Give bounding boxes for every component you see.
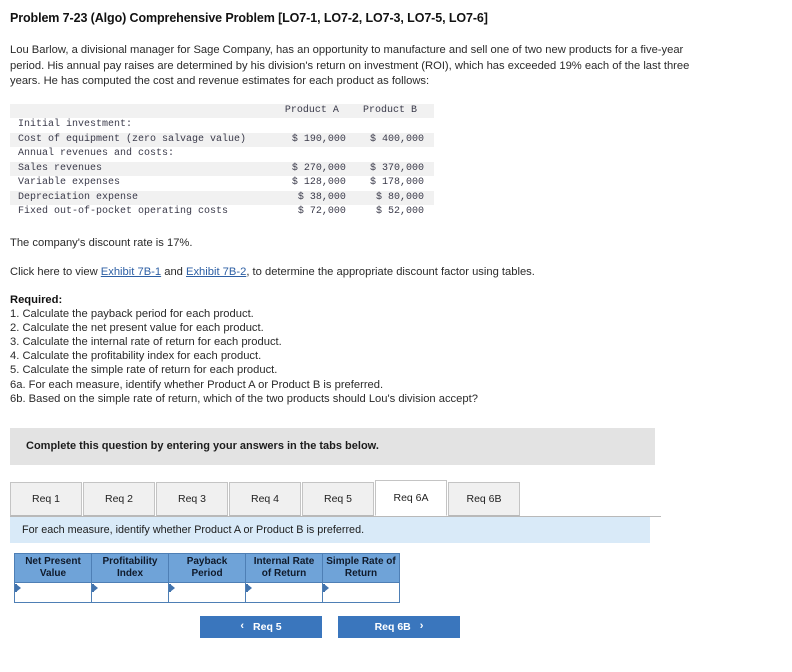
exhibit-prefix: Click here to view xyxy=(10,265,101,278)
row-label: Initial investment: xyxy=(18,119,133,130)
row-value-a: $ 38,000 xyxy=(297,191,346,203)
row-value-b: $ 178,000 xyxy=(369,177,424,188)
table-row: Variable expenses $ 128,000 $ 178,000 xyxy=(10,176,434,191)
column-header-product-b: Product B xyxy=(362,104,417,116)
tab-req-6a[interactable]: Req 6A xyxy=(375,479,447,516)
dropdown-arrow-icon xyxy=(170,583,175,592)
row-label: Annual revenues and costs: xyxy=(18,148,175,159)
problem-intro-paragraph: Lou Barlow, a divisional manager for Sag… xyxy=(10,44,690,87)
answer-table: Net Present Value Profitability Index Pa… xyxy=(14,552,400,603)
column-header-product-a: Product A xyxy=(284,104,339,116)
previous-requirement-button[interactable]: ‹ Req 5 xyxy=(200,615,322,638)
page-title: Problem 7-23 (Algo) Comprehensive Proble… xyxy=(10,11,488,25)
table-header-row: Product A Product B xyxy=(10,103,434,119)
table-row: Fixed out-of-pocket operating costs $ 72… xyxy=(10,205,434,220)
problem-page: Problem 7-23 (Algo) Comprehensive Proble… xyxy=(0,0,792,638)
answer-header-payback-period: Payback Period xyxy=(168,552,246,583)
row-value-a: $ 128,000 xyxy=(291,177,346,188)
tab-req-6b[interactable]: Req 6B xyxy=(448,481,520,516)
exhibit-7b-2-link[interactable]: Exhibit 7B-2 xyxy=(186,266,246,278)
tab-req-3[interactable]: Req 3 xyxy=(156,481,228,516)
answer-row xyxy=(14,581,400,603)
column-header-blank xyxy=(10,104,278,119)
estimates-table: Product A Product B Initial investment: … xyxy=(10,103,434,220)
row-value-a: $ 72,000 xyxy=(297,206,346,217)
tab-req-5[interactable]: Req 5 xyxy=(302,481,374,516)
answer-header-internal-rate-of-return: Internal Rate of Return xyxy=(245,552,323,583)
dropdown-arrow-icon xyxy=(93,583,98,592)
answer-header-simple-rate-of-return: Simple Rate of Return xyxy=(322,552,400,583)
table-row: Cost of equipment (zero salvage value) $… xyxy=(10,132,434,147)
chevron-left-icon: ‹ xyxy=(240,620,245,633)
exhibit-middle: and xyxy=(161,265,186,278)
row-value-b xyxy=(356,147,434,162)
row-label: Variable expenses xyxy=(18,177,121,188)
table-row: Sales revenues $ 270,000 $ 370,000 xyxy=(10,161,434,176)
row-label: Depreciation expense xyxy=(18,191,139,203)
answer-dropdown-profitability-index[interactable] xyxy=(91,581,169,603)
row-label: Fixed out-of-pocket operating costs xyxy=(18,206,229,217)
required-item-1: 1. Calculate the payback period for each… xyxy=(10,307,254,320)
dropdown-arrow-icon xyxy=(324,583,329,592)
next-requirement-button[interactable]: Req 6B › xyxy=(338,615,460,638)
chevron-right-icon: › xyxy=(419,620,424,633)
answer-dropdown-payback-period[interactable] xyxy=(168,581,246,603)
next-requirement-label: Req 6B xyxy=(374,620,411,633)
exhibit-sentence: Click here to view Exhibit 7B-1 and Exhi… xyxy=(10,265,792,280)
answer-table-body xyxy=(14,581,400,603)
row-value-b: $ 52,000 xyxy=(375,206,424,217)
table-row: Depreciation expense $ 38,000 $ 80,000 xyxy=(10,190,434,205)
row-value-b: $ 370,000 xyxy=(369,162,424,174)
answer-dropdown-simple-rate-of-return[interactable] xyxy=(322,581,400,603)
navigation-row: ‹ Req 5 Req 6B › xyxy=(200,615,792,638)
required-heading: Required: xyxy=(10,293,63,306)
required-item-6a: 6a. For each measure, identify whether P… xyxy=(10,378,384,391)
required-item-2: 2. Calculate the net present value for e… xyxy=(10,321,264,334)
discount-rate-text: The company's discount rate is 17%. xyxy=(10,236,193,249)
tabs-container: Req 1 Req 2 Req 3 Req 4 Req 5 Req 6A Req… xyxy=(10,479,661,517)
row-value-b: $ 80,000 xyxy=(375,191,424,203)
tab-req-1[interactable]: Req 1 xyxy=(10,481,82,516)
dropdown-arrow-icon xyxy=(16,583,21,592)
instruction-banner: Complete this question by entering your … xyxy=(10,427,655,465)
exhibit-7b-1-link[interactable]: Exhibit 7B-1 xyxy=(101,266,161,278)
requirement-info-strip: For each measure, identify whether Produ… xyxy=(10,516,650,543)
tab-strip: Req 1 Req 2 Req 3 Req 4 Req 5 Req 6A Req… xyxy=(10,479,661,517)
answer-table-head: Net Present Value Profitability Index Pa… xyxy=(14,552,400,583)
required-item-6b: 6b. Based on the simple rate of return, … xyxy=(10,392,478,405)
row-value-a: $ 270,000 xyxy=(291,162,346,174)
row-label: Cost of equipment (zero salvage value) xyxy=(18,133,247,145)
answer-header-row: Net Present Value Profitability Index Pa… xyxy=(14,552,400,583)
tab-req-2[interactable]: Req 2 xyxy=(83,481,155,516)
required-section: Required: 1. Calculate the payback perio… xyxy=(10,294,792,406)
answer-dropdown-net-present-value[interactable] xyxy=(14,581,92,603)
required-item-4: 4. Calculate the profitability index for… xyxy=(10,350,262,363)
estimates-table-head: Product A Product B xyxy=(10,103,434,119)
tab-req-4[interactable]: Req 4 xyxy=(229,481,301,516)
estimates-table-body: Initial investment: Cost of equipment (z… xyxy=(10,118,434,220)
dropdown-arrow-icon xyxy=(247,583,252,592)
answer-header-net-present-value: Net Present Value xyxy=(14,552,92,583)
required-item-5: 5. Calculate the simple rate of return f… xyxy=(10,364,278,377)
row-value-a xyxy=(278,118,356,133)
row-value-a: $ 190,000 xyxy=(291,133,346,145)
required-item-3: 3. Calculate the internal rate of return… xyxy=(10,335,282,348)
exhibit-suffix: , to determine the appropriate discount … xyxy=(246,265,535,278)
row-value-b xyxy=(356,118,434,133)
answer-dropdown-internal-rate-of-return[interactable] xyxy=(245,581,323,603)
table-row: Annual revenues and costs: xyxy=(10,147,434,162)
row-label: Sales revenues xyxy=(18,162,103,174)
table-row: Initial investment: xyxy=(10,118,434,133)
row-value-b: $ 400,000 xyxy=(369,133,424,145)
row-value-a xyxy=(278,147,356,162)
previous-requirement-label: Req 5 xyxy=(253,620,282,633)
answer-header-profitability-index: Profitability Index xyxy=(91,552,169,583)
